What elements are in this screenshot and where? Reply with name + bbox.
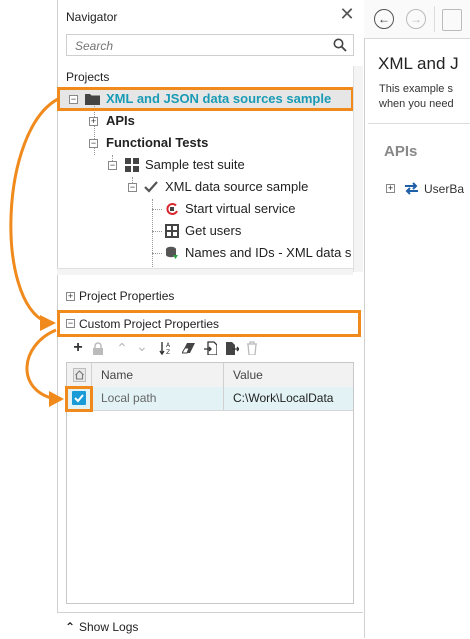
export-icon[interactable]	[225, 341, 239, 355]
checkmark-icon	[144, 181, 158, 193]
data-source-icon	[166, 246, 178, 259]
custom-properties-highlight-frame	[57, 310, 361, 337]
divider	[368, 123, 470, 124]
tree-item-label: XML data source sample	[165, 179, 309, 194]
virtual-service-icon	[166, 203, 178, 215]
collapse-toggle[interactable]: −	[89, 139, 98, 148]
collapse-toggle[interactable]: −	[128, 183, 137, 192]
tree-item-test-step[interactable]: Get users	[57, 221, 353, 241]
projects-label: Projects	[66, 70, 110, 84]
show-logs-label: Show Logs	[79, 620, 139, 634]
description-line: This example s	[379, 83, 453, 95]
sort-icon[interactable]: A Z	[159, 341, 173, 355]
home-icon	[73, 368, 86, 382]
property-value-cell[interactable]: C:\Work\LocalData	[233, 387, 333, 410]
svg-text:Z: Z	[166, 349, 170, 355]
search-icon[interactable]	[333, 38, 347, 52]
column-separator	[223, 387, 224, 410]
search-input[interactable]	[73, 36, 327, 56]
tree-item-test-step[interactable]: Start virtual service	[57, 199, 353, 219]
tree-item-label: Functional Tests	[106, 135, 209, 150]
editor-panel	[364, 0, 470, 638]
column-header-value[interactable]: Value	[233, 363, 263, 387]
delete-icon[interactable]	[246, 341, 258, 355]
forward-icon[interactable]: →	[406, 9, 426, 29]
tree-horizontal-scrollbar[interactable]	[57, 268, 353, 275]
apis-heading: APIs	[384, 143, 418, 160]
search-box	[66, 34, 354, 56]
custom-properties-table: Name Value Local path C:\Work\LocalData	[66, 362, 354, 604]
tree-item-functional-tests[interactable]: − Functional Tests	[57, 133, 353, 153]
toolbar-separator	[434, 6, 435, 32]
editor-toolbar: ← →	[364, 0, 470, 39]
navigator-title: Navigator	[66, 10, 118, 24]
expand-toggle[interactable]: +	[386, 184, 395, 193]
column-header-name[interactable]: Name	[101, 363, 133, 387]
chevron-up-icon: ⌃	[65, 620, 76, 634]
clear-icon[interactable]	[182, 342, 196, 354]
tree-item-label: Names and IDs - XML data s	[185, 245, 352, 260]
tree-item-label: Start virtual service	[185, 201, 296, 216]
show-logs-bar[interactable]: ⌃ Show Logs	[57, 612, 363, 639]
project-title: XML and J	[378, 54, 459, 73]
property-name-cell[interactable]: Local path	[101, 387, 156, 410]
back-icon[interactable]: ←	[374, 9, 394, 29]
column-separator	[91, 363, 92, 387]
svg-text:A: A	[166, 342, 171, 349]
description-line: when you need	[379, 98, 454, 110]
import-icon[interactable]	[204, 341, 217, 355]
tree-item-label: Get users	[185, 223, 242, 238]
lock-icon[interactable]	[92, 342, 104, 355]
document-icon[interactable]	[442, 9, 462, 31]
tree-item-test-case[interactable]: − XML data source sample	[57, 177, 353, 197]
tree-item-label: Sample test suite	[145, 157, 245, 172]
rest-request-icon	[165, 224, 179, 238]
move-up-icon[interactable]: ⌃	[114, 339, 130, 357]
close-icon[interactable]: ✕	[339, 5, 355, 23]
api-icon	[405, 182, 418, 195]
add-icon[interactable]: +	[70, 339, 86, 357]
collapse-toggle[interactable]: −	[108, 161, 117, 170]
expand-toggle[interactable]: +	[66, 292, 75, 301]
test-suite-icon	[125, 158, 139, 172]
properties-toolbar: + ⌃ ⌄ A Z	[66, 337, 356, 359]
checkbox-highlight-frame	[65, 386, 93, 412]
api-item-label[interactable]: UserBa	[424, 182, 464, 196]
project-tree: − XML and JSON data sources sample + API…	[57, 87, 353, 269]
tree-item-label: APIs	[106, 113, 135, 128]
move-down-icon[interactable]: ⌄	[134, 337, 150, 355]
column-separator	[223, 363, 224, 387]
project-highlight-frame	[57, 87, 354, 111]
table-row[interactable]: Local path C:\Work\LocalData	[67, 387, 353, 411]
tree-item-apis[interactable]: + APIs	[57, 111, 353, 131]
table-header: Name Value	[67, 363, 353, 388]
tree-vertical-scrollbar[interactable]	[353, 66, 363, 272]
section-label: Project Properties	[79, 289, 175, 303]
expand-toggle[interactable]: +	[89, 117, 98, 126]
tree-item-test-step[interactable]: Names and IDs - XML data s	[57, 243, 353, 263]
project-properties-section[interactable]: + Project Properties	[57, 286, 363, 306]
tree-item-test-suite[interactable]: − Sample test suite	[57, 155, 353, 175]
